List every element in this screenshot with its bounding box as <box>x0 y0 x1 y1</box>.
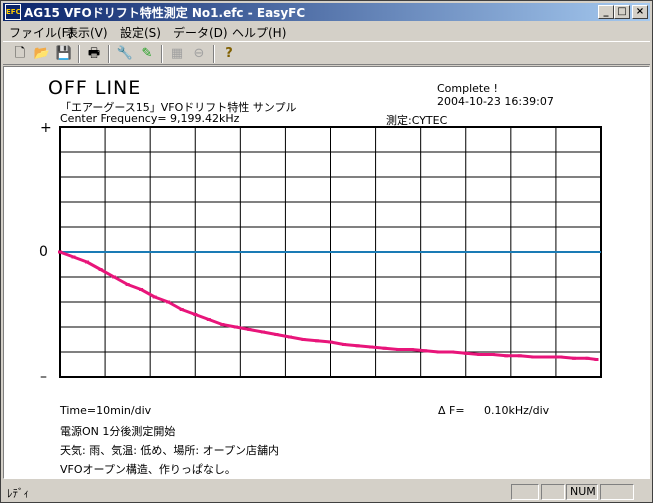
wrench-icon[interactable]: 🔧 <box>116 45 134 63</box>
drift-data-point <box>355 344 360 348</box>
open-folder-icon[interactable]: 📂 <box>33 45 51 63</box>
drift-data-point <box>382 346 387 350</box>
pen-icon[interactable]: ✎ <box>138 45 156 63</box>
drift-data-point <box>544 355 549 359</box>
window-title: AG15 VFOドリフト特性測定 No1.efc - EasyFC <box>24 6 306 20</box>
title-bar[interactable]: EFC AG15 VFOドリフト特性測定 No1.efc - EasyFC _ … <box>3 3 650 21</box>
toolbar-separator <box>161 45 163 63</box>
drift-data-point <box>342 343 346 346</box>
graph-icon[interactable]: ▦ <box>168 45 186 63</box>
note-line-1: 電源ON 1分後測定開始 <box>60 425 176 438</box>
new-file-icon[interactable]: 🗋 <box>11 45 29 63</box>
drift-data-point <box>58 250 62 254</box>
drift-data-point <box>152 295 157 299</box>
drift-data-point <box>287 335 292 339</box>
help-icon[interactable]: ? <box>220 45 238 63</box>
main-window: EFC AG15 VFOドリフト特性測定 No1.efc - EasyFC _ … <box>0 0 653 503</box>
drift-data-point <box>85 260 89 264</box>
app-icon[interactable]: EFC <box>5 4 21 20</box>
delta-f-label: Δ F= <box>438 404 465 417</box>
status-panel-4 <box>600 484 634 500</box>
note-line-3: VFOオープン構造、作りっぱなし。 <box>60 463 236 476</box>
minimize-button[interactable]: _ <box>598 5 614 19</box>
drift-data-point <box>260 330 265 334</box>
time-per-div: Time=10min/div <box>60 404 152 417</box>
drift-data-point <box>247 328 252 331</box>
drift-data-point <box>139 288 144 291</box>
drift-data-point <box>396 348 401 351</box>
status-text: ﾚﾃﾞｨ <box>7 487 29 500</box>
drift-data-point <box>274 333 279 336</box>
save-icon[interactable]: 💾 <box>55 45 73 63</box>
drift-data-point <box>166 300 171 304</box>
drift-data-point <box>477 353 482 356</box>
delta-f-value: 0.10kHz/div <box>484 404 550 417</box>
print-icon[interactable]: 🖶 <box>85 45 103 63</box>
status-num: NUM <box>566 484 598 500</box>
toolbar-separator <box>78 45 80 63</box>
drift-data-point <box>369 345 374 349</box>
drift-data-point <box>220 323 225 326</box>
drift-data-point <box>423 349 428 353</box>
status-panel-1 <box>511 484 539 500</box>
drift-data-point <box>531 355 536 359</box>
drift-data-point <box>301 338 306 341</box>
drift-data-point <box>585 356 590 360</box>
drift-data-point <box>409 348 414 351</box>
menu-settings[interactable]: 設定(S) <box>120 24 161 41</box>
drift-data-point <box>233 325 238 329</box>
drift-data-point <box>98 268 103 271</box>
drift-data-point <box>450 350 455 354</box>
drift-data-point <box>125 283 130 286</box>
status-panel-2 <box>541 484 565 500</box>
drift-data-point <box>71 255 76 259</box>
toolbar-separator <box>213 45 215 63</box>
status-bar: ﾚﾃﾞｨ NUM <box>3 482 650 501</box>
toolbar-separator <box>108 45 110 63</box>
stop-icon[interactable]: ⊖ <box>190 45 208 63</box>
drift-data-point <box>517 354 522 358</box>
drift-data-point <box>328 340 333 344</box>
drift-data-point <box>206 318 211 321</box>
drift-data-point <box>463 351 468 355</box>
drift-data-point <box>594 358 599 361</box>
drift-data-point <box>436 350 441 354</box>
graph-area: OFF LINE Complete ! 2004-10-23 16:39:07 … <box>3 66 650 479</box>
menu-bar: ファイル(F) 表示(V) 設定(S) データ(D) ヘルプ(H) <box>3 22 650 40</box>
drift-data-point <box>490 353 495 356</box>
drift-data-point <box>315 339 319 343</box>
menu-file[interactable]: ファイル(F) <box>9 24 73 41</box>
drift-data-point <box>504 354 509 358</box>
close-button[interactable]: × <box>632 5 648 19</box>
drift-data-point <box>558 355 563 359</box>
maximize-button[interactable]: □ <box>614 5 630 19</box>
menu-help[interactable]: ヘルプ(H) <box>232 24 286 41</box>
drift-data-point <box>193 313 198 316</box>
toolbar: 🗋 📂 💾 🖶 🔧 ✎ ▦ ⊖ ? <box>3 41 650 65</box>
menu-data[interactable]: データ(D) <box>173 24 228 41</box>
menu-view[interactable]: 表示(V) <box>66 24 108 41</box>
drift-data-point <box>112 275 117 279</box>
note-line-2: 天気: 雨、気温: 低め、場所: オープン店舗内 <box>60 444 279 457</box>
drift-data-point <box>571 356 576 360</box>
drift-data-point <box>179 308 184 311</box>
